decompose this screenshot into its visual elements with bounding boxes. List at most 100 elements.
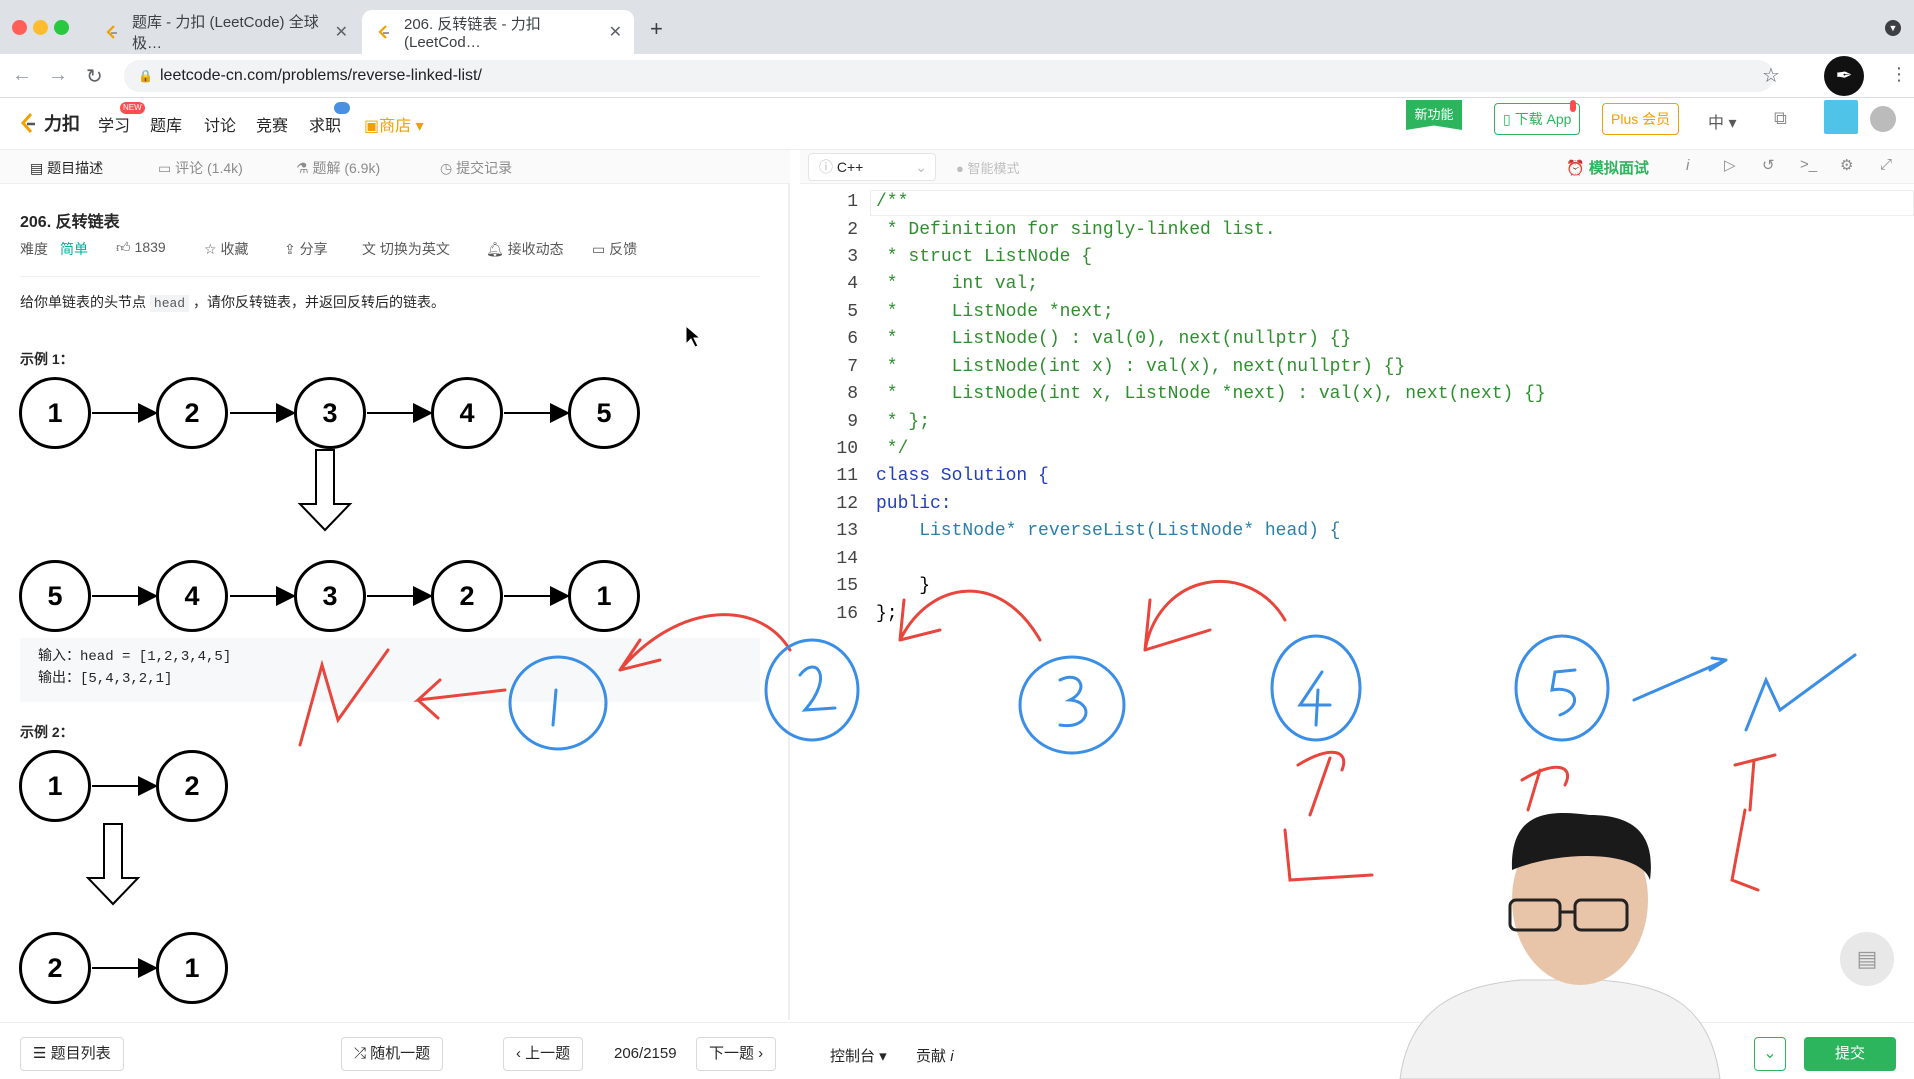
window-maximize-dot[interactable] xyxy=(54,20,69,35)
avatar[interactable] xyxy=(1870,106,1896,132)
download-app-button[interactable]: ▯ 下载 App xyxy=(1494,103,1581,135)
nav-store[interactable]: ▣商店 ▾ xyxy=(364,112,424,136)
prev-problem-label: 上一题 xyxy=(525,1045,571,1062)
smart-mode-label: 智能模式 xyxy=(967,161,1020,176)
problem-list-button[interactable]: ☰ 题目列表 xyxy=(20,1037,124,1071)
problem-description-panel: 206. 反转链表 难度 简单 👍︎ 1839 ☆ 收藏 ⇪ 分享 文 切换为英… xyxy=(0,184,790,1020)
tab-submissions[interactable]: ◷ 提交记录 xyxy=(440,158,512,178)
tab-solutions[interactable]: ⚗ 题解 (6.9k) xyxy=(296,158,380,178)
window-close-dot[interactable] xyxy=(12,20,27,35)
favorite-button[interactable]: ☆ 收藏 xyxy=(204,239,248,259)
switch-english-button[interactable]: 文 切换为英文 xyxy=(362,239,450,259)
info-icon[interactable]: i xyxy=(1686,157,1689,174)
settings-icon[interactable]: ⚙ xyxy=(1840,156,1853,174)
nav-learn[interactable]: 学习 xyxy=(98,112,130,136)
browser-tab-active[interactable]: 206. 反转链表 - 力扣 (LeetCod… ✕ xyxy=(362,10,634,54)
console-label: 控制台 xyxy=(830,1048,876,1065)
close-tab-icon[interactable]: ✕ xyxy=(609,22,622,42)
share-button[interactable]: ⇪ 分享 xyxy=(284,239,328,259)
subscribe-label: 接收动态 xyxy=(507,241,564,257)
random-problem-button[interactable]: ⤮ 随机一题 xyxy=(341,1037,444,1071)
switch-english-label: 切换为英文 xyxy=(379,241,450,257)
tab-comments-label: 评论 (1.4k) xyxy=(175,160,243,176)
code-line: ListNode* reverseList(ListNode* head) { xyxy=(876,521,1341,541)
subscribe-button[interactable]: 🔔︎ 接收动态 xyxy=(486,239,564,259)
next-problem-button[interactable]: 下一题 › xyxy=(696,1037,777,1071)
reset-icon[interactable]: ↺ xyxy=(1762,156,1775,174)
dot-icon: ● xyxy=(956,161,968,176)
example1-output: 输出：[5,4,3,2,1] xyxy=(38,671,173,687)
forward-icon[interactable]: → xyxy=(48,64,68,87)
tab-search-icon[interactable]: ▼ xyxy=(1885,20,1901,36)
store-icon: ▣ xyxy=(364,118,380,135)
line-number: 16 xyxy=(836,604,858,624)
submit-button[interactable]: 提交 xyxy=(1804,1037,1896,1071)
difficulty-label: 难度 xyxy=(20,241,48,257)
phone-icon: ▯ xyxy=(1503,111,1515,127)
code-editor[interactable]: 1 2 3 4 5 6 7 8 9 10 11 12 13 14 15 16 /… xyxy=(800,184,1914,1020)
mock-interview-button[interactable]: ⏰ 模拟面试 xyxy=(1566,157,1649,178)
console-toggle[interactable]: 控制台 ▾ xyxy=(830,1045,887,1066)
close-tab-icon[interactable]: ✕ xyxy=(335,22,348,42)
fullscreen-icon[interactable]: ⤢ xyxy=(1880,156,1892,173)
nav-discuss[interactable]: 讨论 xyxy=(204,112,236,136)
notes-icon[interactable]: ▤ xyxy=(1840,932,1894,986)
extension-pen-icon[interactable]: ✒ xyxy=(1824,56,1864,96)
list-node: 3 xyxy=(294,560,366,632)
nav-problemset[interactable]: 题库 xyxy=(150,112,182,136)
window-minimize-dot[interactable] xyxy=(33,20,48,35)
terminal-icon[interactable]: >_ xyxy=(1800,156,1817,173)
like-button[interactable]: 👍︎ 1839 xyxy=(116,239,166,256)
reload-icon[interactable]: ↻ xyxy=(86,64,103,89)
chevron-left-icon: ‹ xyxy=(516,1045,526,1062)
back-icon[interactable]: ← xyxy=(12,64,32,87)
list-node: 3 xyxy=(294,377,366,449)
leetcode-logo[interactable]: 力扣 xyxy=(18,110,80,136)
line-number: 14 xyxy=(836,549,858,569)
feedback-icon: ▭ xyxy=(592,241,610,257)
translate-icon: 文 xyxy=(362,241,380,257)
alarm-icon: ⏰ xyxy=(1566,160,1589,177)
tab-description[interactable]: ▤ 题目描述 xyxy=(30,158,103,178)
notebook-icon[interactable] xyxy=(1824,100,1858,134)
code-line: * Definition for singly-linked list. xyxy=(876,220,1276,240)
tab-comments[interactable]: ▭ 评论 (1.4k) xyxy=(158,158,243,178)
code-line: * int val; xyxy=(876,274,1039,294)
new-tab-icon[interactable]: + xyxy=(650,16,663,42)
new-feature-ribbon[interactable]: 新功能 xyxy=(1406,100,1462,130)
chevron-down-icon: ⌄ xyxy=(915,159,927,175)
browser-address-bar: ← → ↻ 🔒 leetcode-cn.com/problems/reverse… xyxy=(0,54,1914,98)
smart-mode-toggle[interactable]: ● 智能模式 xyxy=(956,158,1019,177)
nav-contest[interactable]: 竞赛 xyxy=(256,112,288,136)
line-number: 3 xyxy=(847,247,858,267)
problem-counter: 206/2159 xyxy=(614,1045,677,1062)
next-problem-label: 下一题 xyxy=(709,1045,755,1062)
down-arrow xyxy=(297,449,353,532)
contribute-link[interactable]: 贡献 i xyxy=(916,1045,954,1066)
interview-icon[interactable]: ⧉ xyxy=(1774,108,1787,129)
prev-problem-button[interactable]: ‹ 上一题 xyxy=(503,1037,584,1071)
feedback-button[interactable]: ▭ 反馈 xyxy=(592,239,637,259)
run-dropdown-button[interactable]: ⌄ xyxy=(1754,1037,1786,1071)
feedback-label: 反馈 xyxy=(609,241,638,257)
browser-tab-problemset[interactable]: 题库 - 力扣 (LeetCode) 全球极… ✕ xyxy=(90,10,360,54)
editor-toolbar: ⓘ C++ ⌄ ● 智能模式 ⏰ 模拟面试 i ▷ ↺ >_ ⚙ ⤢ xyxy=(800,150,1914,184)
url-input[interactable]: 🔒 leetcode-cn.com/problems/reverse-linke… xyxy=(124,60,1774,92)
browser-menu-icon[interactable]: ⋮ xyxy=(1890,64,1908,85)
list-node: 2 xyxy=(19,932,91,1004)
panel-splitter[interactable] xyxy=(788,184,790,1020)
code-line: * struct ListNode { xyxy=(876,247,1093,267)
new-badge: NEW xyxy=(120,102,145,114)
bookmark-star-icon[interactable]: ☆ xyxy=(1762,63,1780,88)
list-node: 2 xyxy=(156,750,228,822)
language-select[interactable]: ⓘ C++ ⌄ xyxy=(808,153,936,181)
list-node: 2 xyxy=(156,377,228,449)
nav-jobs[interactable]: 求职 xyxy=(309,112,341,136)
doc-icon: ▤ xyxy=(30,160,48,176)
line-number: 5 xyxy=(847,302,858,322)
language-switch[interactable]: 中 ▾ xyxy=(1708,109,1737,133)
run-icon[interactable]: ▷ xyxy=(1724,156,1736,174)
divider xyxy=(20,276,760,277)
code-line: /** xyxy=(876,192,909,212)
plus-member-button[interactable]: Plus 会员 xyxy=(1602,103,1680,135)
